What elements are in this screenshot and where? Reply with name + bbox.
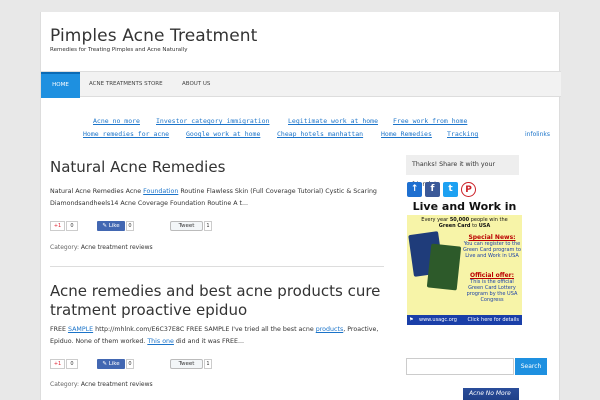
category-label: Category:: [50, 244, 79, 251]
infolinks-logo[interactable]: infolinks: [525, 131, 550, 138]
infolinks-ad-links: Acne no more Investor category immigrati…: [41, 109, 561, 157]
page-container: Pimples Acne Treatment Remedies for Trea…: [40, 12, 561, 400]
post-excerpt: FREE SAMPLE http://mhlnk.com/E6C37E8C FR…: [50, 324, 380, 348]
excerpt-text: did and it was FREE...: [173, 338, 244, 345]
share-icon[interactable]: ↑: [407, 182, 422, 197]
ad-footer-cta: Click here for details: [467, 317, 519, 323]
post-category: Category: Acne treatment reviews: [50, 381, 153, 388]
us-flag-icon: ⚑: [409, 317, 414, 323]
gplus-button[interactable]: +1: [50, 221, 65, 231]
excerpt-link[interactable]: SAMPLE: [68, 326, 93, 333]
facebook-like-button[interactable]: ✎ Like: [97, 359, 125, 369]
site-title[interactable]: Pimples Acne Treatment: [50, 26, 257, 46]
share-widget-title: Thanks! Share it with your friends!: [406, 155, 519, 188]
ad-offer-body: This is the official Green Card Lottery …: [466, 279, 518, 303]
site-description: Remedies for Treating Pimples and Acne N…: [50, 47, 188, 53]
ad-body: Every year 50,000 people win the Green Ca…: [407, 215, 522, 325]
ad-text: Green Card: [438, 223, 471, 229]
thumbs-up-icon: ✎: [102, 361, 107, 367]
twitter-icon[interactable]: t: [443, 182, 458, 197]
post-category: Category: Acne treatment reviews: [50, 244, 153, 251]
excerpt-text: Natural Acne Remedies Acne: [50, 188, 144, 195]
search-input[interactable]: [406, 358, 514, 375]
ad-special-body: You can register to the Green Card progr…: [463, 241, 521, 259]
ad-link[interactable]: Investor category immigration: [156, 117, 270, 125]
main-nav: Home Acne Treatments Store About Us: [41, 71, 561, 98]
ad-footer-url: www.usagc.org: [419, 317, 457, 323]
nav-item-acne-treatments-store[interactable]: Acne Treatments Store: [89, 72, 163, 98]
tweet-button[interactable]: Tweet: [170, 221, 203, 231]
book-title: Acne No More: [469, 390, 511, 397]
gplus-count: 0: [66, 359, 78, 369]
pinterest-icon[interactable]: P: [461, 182, 476, 197]
facebook-like-button[interactable]: ✎ Like: [97, 221, 125, 231]
ad-link[interactable]: Home Remedies: [381, 130, 432, 138]
ad-link[interactable]: Home remedies for acne: [83, 130, 169, 138]
ad-footer: ⚑ www.usagc.org Click here for details: [407, 315, 522, 325]
ad-text: to: [470, 223, 479, 229]
infolinks-brand: infolinks: [525, 131, 550, 138]
excerpt-link[interactable]: This one: [147, 338, 174, 345]
ad-headline: Live and Work in USA: [407, 199, 522, 229]
gplus-button[interactable]: +1: [50, 359, 65, 369]
search-button[interactable]: Search: [515, 358, 547, 375]
excerpt-link[interactable]: Foundation: [143, 188, 178, 195]
facebook-count: 0: [126, 359, 134, 369]
post-divider: [50, 266, 384, 267]
ad-text: USA: [478, 223, 491, 229]
gplus-count: 0: [66, 221, 78, 231]
post-title[interactable]: Acne remedies and best acne products cur…: [50, 282, 380, 320]
ad-link[interactable]: Acne no more: [93, 117, 140, 125]
thumbs-up-icon: ✎: [102, 223, 107, 229]
ad-link[interactable]: Free work from home: [393, 117, 467, 125]
post-title-line: Acne remedies and best acne products cur…: [50, 282, 381, 300]
category-label: Category:: [50, 381, 79, 388]
fb-like-label: Like: [108, 223, 120, 229]
tweet-button[interactable]: Tweet: [170, 359, 203, 369]
ad-link[interactable]: Cheap hotels manhattan: [277, 130, 363, 138]
facebook-count: 0: [126, 221, 134, 231]
tweet-count: 1: [204, 221, 212, 231]
nav-item-about-us[interactable]: About Us: [182, 72, 210, 98]
ad-official-offer: Official offer: This is the official Gree…: [463, 273, 521, 304]
ad-link[interactable]: Legitimate work at home: [288, 117, 378, 125]
fb-like-label: Like: [108, 361, 120, 367]
post-title[interactable]: Natural Acne Remedies: [50, 158, 225, 177]
ad-link[interactable]: Tracking: [447, 130, 478, 138]
ad-link[interactable]: Google work at home: [186, 130, 260, 138]
facebook-icon[interactable]: f: [425, 182, 440, 197]
category-link[interactable]: Acne treatment reviews: [81, 381, 153, 388]
excerpt-text: http://mhlnk.com/E6C37E8C FREE SAMPLE I'…: [93, 326, 316, 333]
post-excerpt: Natural Acne Remedies Acne Foundation Ro…: [50, 186, 380, 210]
acne-no-more-book-ad[interactable]: Acne No More: [463, 388, 519, 400]
ad-special-news: Special News: You can register to the Gre…: [463, 235, 521, 260]
excerpt-link[interactable]: products: [316, 326, 344, 333]
green-card-ad-banner[interactable]: Live and Work in USA Every year 50,000 p…: [407, 199, 522, 325]
ad-tagline: Every year 50,000 people win the Green Ca…: [409, 217, 520, 229]
tweet-count: 1: [204, 359, 212, 369]
category-link[interactable]: Acne treatment reviews: [81, 244, 153, 251]
post-title-line: tratment proactive epiduo: [50, 301, 248, 319]
excerpt-text: FREE: [50, 326, 68, 333]
nav-item-home[interactable]: Home: [41, 72, 80, 98]
green-card-image: [426, 243, 462, 291]
